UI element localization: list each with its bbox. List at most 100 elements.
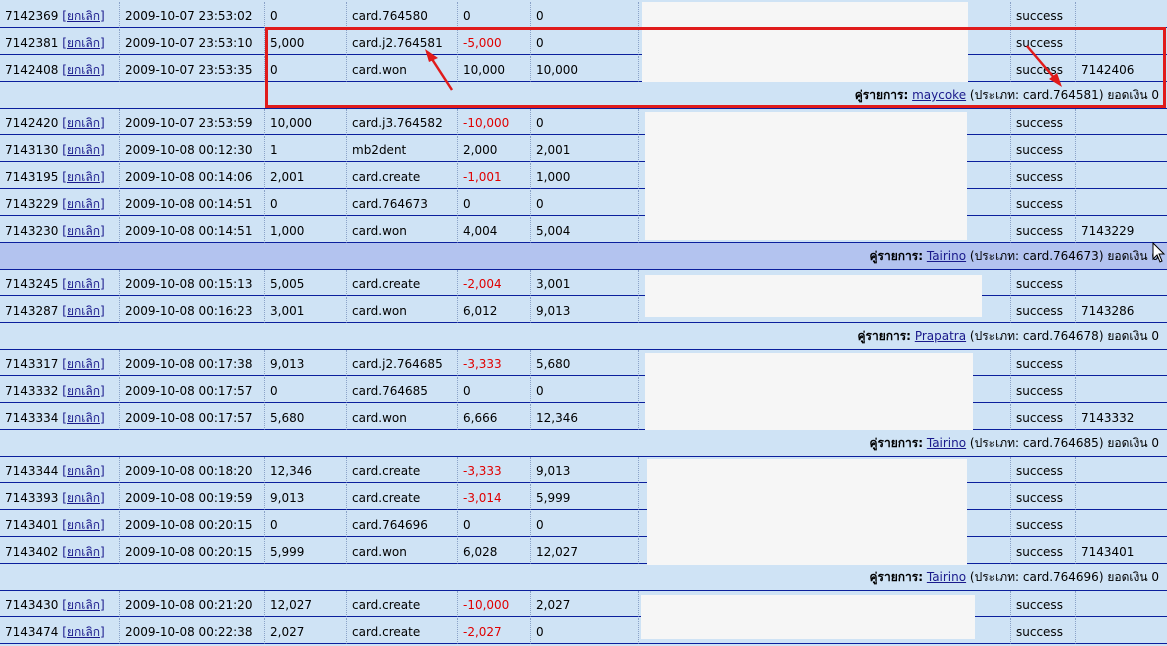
transaction-id-cell: 7143401 [ยกเลิก] [0, 511, 120, 537]
balance-before-cell: 1,000 [265, 217, 347, 243]
timestamp-cell: 2009-10-08 00:20:15 [120, 511, 265, 537]
reference-cell [1076, 511, 1167, 537]
partner-link[interactable]: Tairino [927, 249, 966, 263]
bracket-open: [ [58, 143, 67, 157]
balance-label: ยอดเงิน [1107, 249, 1148, 263]
cancel-link[interactable]: ยกเลิก [67, 545, 100, 559]
reference-cell [1076, 163, 1167, 189]
reference-cell [1076, 109, 1167, 135]
balance-before-cell: 0 [265, 511, 347, 537]
redacted-block [645, 112, 967, 240]
amount-cell: -1,001 [458, 163, 531, 189]
status-cell: success [1011, 484, 1076, 510]
timestamp-cell: 2009-10-08 00:17:57 [120, 377, 265, 403]
status-cell: success [1011, 591, 1076, 617]
transaction-id-cell: 7143245 [ยกเลิก] [0, 270, 120, 296]
timestamp-cell: 2009-10-08 00:21:20 [120, 591, 265, 617]
action-cell: card.764673 [347, 190, 458, 216]
status-cell: success [1011, 2, 1076, 28]
reference-cell: 7143332 [1076, 404, 1167, 430]
table-row: 7143195 [ยกเลิก] 2009-10-08 00:14:06 2,001… [0, 163, 1167, 190]
cancel-link[interactable]: ยกเลิก [67, 224, 100, 238]
action-cell: mb2dent [347, 136, 458, 162]
action-cell: card.won [347, 538, 458, 564]
amount-cell: -3,333 [458, 350, 531, 376]
partner-link[interactable]: Tairino [927, 570, 966, 584]
balance-before-cell: 5,680 [265, 404, 347, 430]
status-cell: success [1011, 136, 1076, 162]
reference-cell [1076, 377, 1167, 403]
cancel-link[interactable]: ยกเลิก [67, 63, 100, 77]
partner-link[interactable]: Tairino [927, 436, 966, 450]
status-cell: success [1011, 350, 1076, 376]
cancel-link[interactable]: ยกเลิก [67, 170, 100, 184]
action-cell: card.764685 [347, 377, 458, 403]
cancel-link[interactable]: ยกเลิก [67, 384, 100, 398]
cancel-link[interactable]: ยกเลิก [67, 197, 100, 211]
bracket-close: ] [99, 143, 105, 157]
partner-label: คู่รายการ: [857, 329, 911, 343]
transaction-id-cell: 7143334 [ยกเลิก] [0, 404, 120, 430]
timestamp-cell: 2009-10-08 00:12:30 [120, 136, 265, 162]
table-row: 7143393 [ยกเลิก] 2009-10-08 00:19:59 9,013… [0, 484, 1167, 511]
amount-cell: 0 [458, 2, 531, 28]
table-row: 7142420 [ยกเลิก] 2009-10-07 23:53:59 10,00… [0, 109, 1167, 136]
cancel-link[interactable]: ยกเลิก [67, 116, 100, 130]
transaction-id-cell: 7143430 [ยกเลิก] [0, 591, 120, 617]
bracket-open: [ [58, 277, 67, 291]
balance-label: ยอดเงิน [1107, 329, 1148, 343]
partner-label: คู่รายการ: [869, 249, 924, 263]
cancel-link[interactable]: ยกเลิก [67, 9, 100, 23]
cancel-link[interactable]: ยกเลิก [67, 143, 100, 157]
table-row: 7143287 [ยกเลิก] 2009-10-08 00:16:23 3,001… [0, 297, 1167, 324]
partner-link[interactable]: Prapatra [915, 329, 966, 343]
timestamp-cell: 2009-10-08 00:17:57 [120, 404, 265, 430]
balance-before-cell: 5,999 [265, 538, 347, 564]
transaction-id: 7143402 [5, 545, 59, 559]
partner-summary-row: คู่รายการ: Tairino (ประเภท: card.764696)… [0, 564, 1167, 591]
cancel-link[interactable]: ยกเลิก [67, 36, 100, 50]
timestamp-cell: 2009-10-07 23:53:10 [120, 29, 265, 55]
cancel-link[interactable]: ยกเลิก [67, 598, 100, 612]
table-row: 7143332 [ยกเลิก] 2009-10-08 00:17:57 0 card… [0, 377, 1167, 404]
bracket-open: [ [58, 304, 67, 318]
table-row: 7143401 [ยกเลิก] 2009-10-08 00:20:15 0 card… [0, 511, 1167, 538]
bracket-close: ] [99, 116, 105, 130]
cancel-link[interactable]: ยกเลิก [67, 277, 100, 291]
bracket-open: [ [58, 36, 67, 50]
cancel-link[interactable]: ยกเลิก [67, 304, 100, 318]
type-value: card.764696 [1022, 570, 1099, 584]
cancel-link[interactable]: ยกเลิก [67, 491, 100, 505]
balance-before-cell: 9,013 [265, 350, 347, 376]
type-label: ประเภท: [974, 249, 1020, 263]
type-label: ประเภท: [974, 329, 1020, 343]
table-row: 7143229 [ยกเลิก] 2009-10-08 00:14:51 0 card… [0, 190, 1167, 217]
cancel-link[interactable]: ยกเลิก [67, 357, 100, 371]
action-cell: card.won [347, 217, 458, 243]
balance-value: 0 [1151, 249, 1159, 263]
amount-cell: 0 [458, 511, 531, 537]
reference-cell [1076, 190, 1167, 216]
cancel-link[interactable]: ยกเลิก [67, 411, 100, 425]
bracket-close: ] [99, 464, 105, 478]
bracket-close: ] [99, 598, 105, 612]
cancel-link[interactable]: ยกเลิก [67, 464, 100, 478]
balance-after-cell: 5,680 [531, 350, 639, 376]
balance-before-cell: 12,346 [265, 457, 347, 483]
transaction-id: 7143317 [5, 357, 59, 371]
balance-after-cell: 2,027 [531, 591, 639, 617]
bracket-open: [ [58, 464, 67, 478]
redacted-block [641, 595, 975, 639]
balance-after-cell: 9,013 [531, 297, 639, 323]
status-cell: success [1011, 511, 1076, 537]
transaction-id: 7143332 [5, 384, 59, 398]
cancel-link[interactable]: ยกเลิก [67, 518, 100, 532]
bracket-open: [ [58, 491, 67, 505]
action-cell: card.create [347, 618, 458, 644]
redacted-block [645, 275, 982, 317]
bracket-open: [ [58, 384, 67, 398]
balance-before-cell: 9,013 [265, 484, 347, 510]
cancel-link[interactable]: ยกเลิก [67, 625, 100, 639]
amount-cell: -3,333 [458, 457, 531, 483]
reference-cell [1076, 2, 1167, 28]
